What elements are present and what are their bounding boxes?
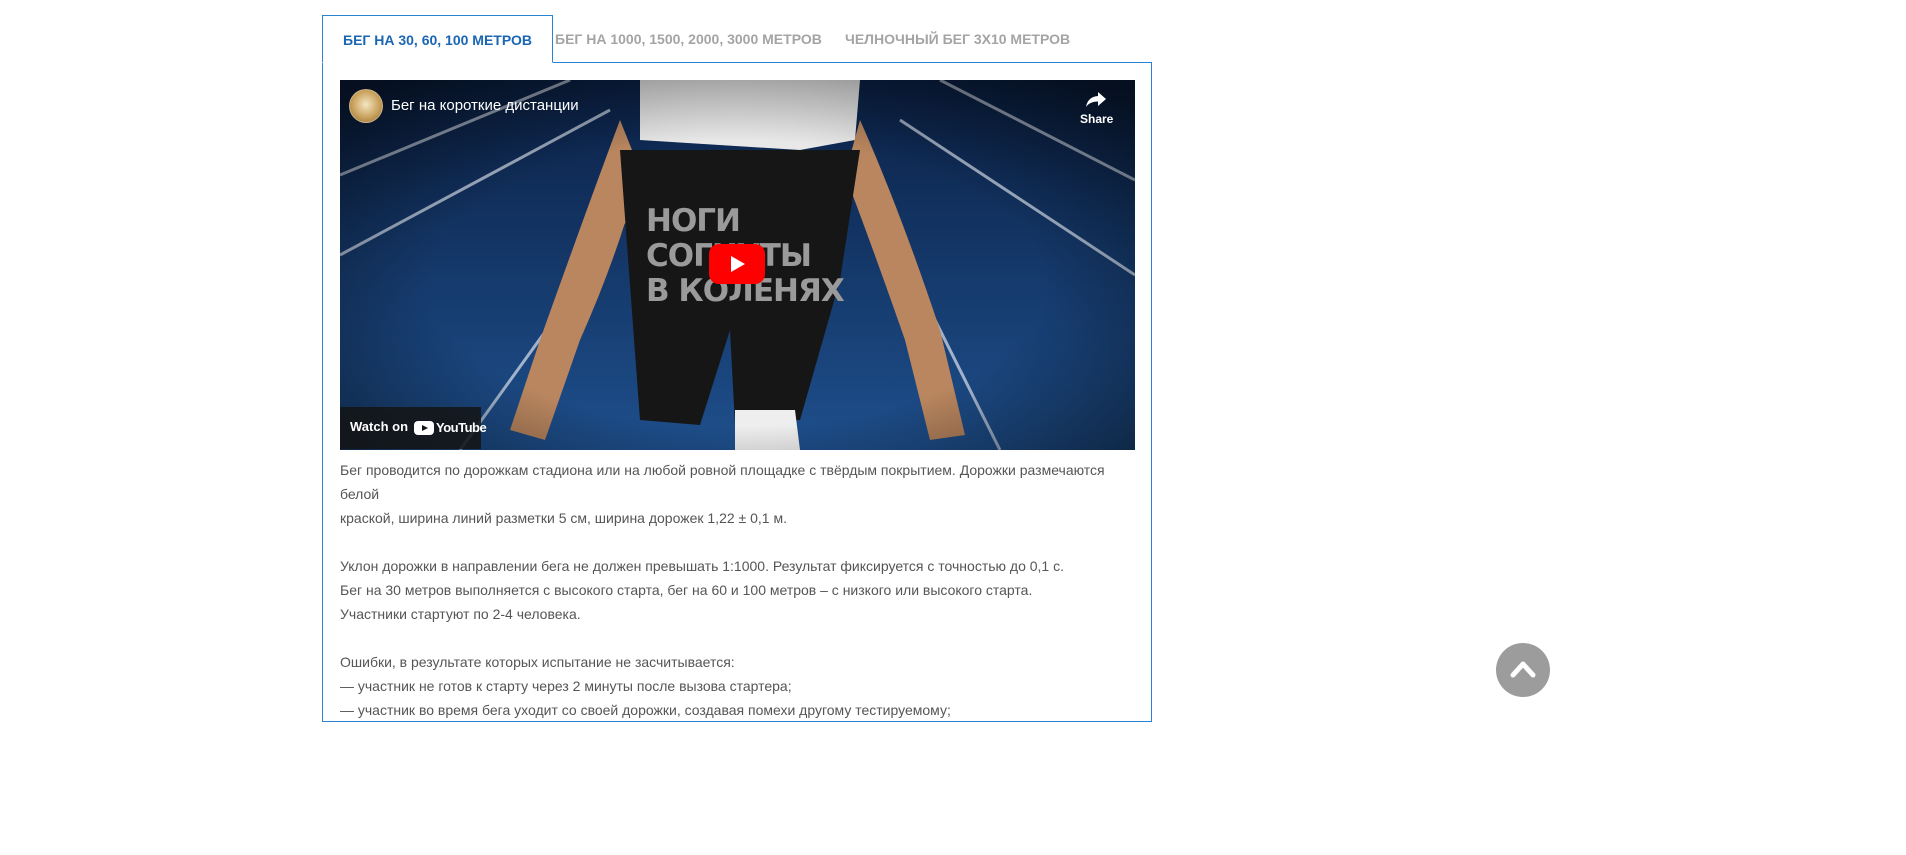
play-icon <box>731 256 745 272</box>
paragraph-line: Участники стартуют по 2-4 человека. <box>340 606 581 622</box>
tab-shuttle-run[interactable]: ЧЕЛНОЧНЫЙ БЕГ 3Х10 МЕТРОВ <box>845 15 1070 63</box>
paragraph-line: Уклон дорожки в направлении бега не долж… <box>340 558 1064 574</box>
share-button[interactable]: Share <box>1080 90 1114 126</box>
youtube-icon <box>414 421 434 435</box>
scroll-to-top-button[interactable] <box>1496 643 1550 697</box>
tab-middle-distance[interactable]: БЕГ НА 1000, 1500, 2000, 3000 МЕТРОВ <box>555 15 822 63</box>
tab-bar: БЕГ НА 30, 60, 100 МЕТРОВ БЕГ НА 1000, 1… <box>322 15 1152 63</box>
chevron-up-icon <box>1510 661 1536 678</box>
paragraph-line: — участник не готов к старту через 2 мин… <box>340 678 792 694</box>
tab-panel: Бег на короткие дистанции Share НОГИ СОГ… <box>322 62 1152 722</box>
paragraph-line: Бег проводится по дорожкам стадиона или … <box>340 462 1105 502</box>
description-text: Бег проводится по дорожкам стадиона или … <box>340 458 1135 722</box>
play-button[interactable] <box>709 244 765 284</box>
youtube-wordmark: YouTube <box>436 420 487 435</box>
video-title[interactable]: Бег на короткие дистанции <box>391 97 579 114</box>
tab-sprint[interactable]: БЕГ НА 30, 60, 100 МЕТРОВ <box>322 15 553 63</box>
paragraph-line: краской, ширина линий разметки 5 см, шир… <box>340 510 787 526</box>
watch-on-youtube-button[interactable]: Watch on YouTube <box>340 407 487 449</box>
share-icon <box>1086 92 1106 107</box>
paragraph-line: — участник во время бега уходит со своей… <box>340 702 951 718</box>
paragraph-line: Бег на 30 метров выполняется с высокого … <box>340 582 1033 598</box>
share-label: Share <box>1080 112 1114 126</box>
video-player[interactable]: Бег на короткие дистанции Share НОГИ СОГ… <box>340 80 1135 450</box>
channel-logo[interactable] <box>349 89 383 123</box>
watch-on-label: Watch on <box>350 419 409 434</box>
paragraph-line: Ошибки, в результате которых испытание н… <box>340 654 735 670</box>
